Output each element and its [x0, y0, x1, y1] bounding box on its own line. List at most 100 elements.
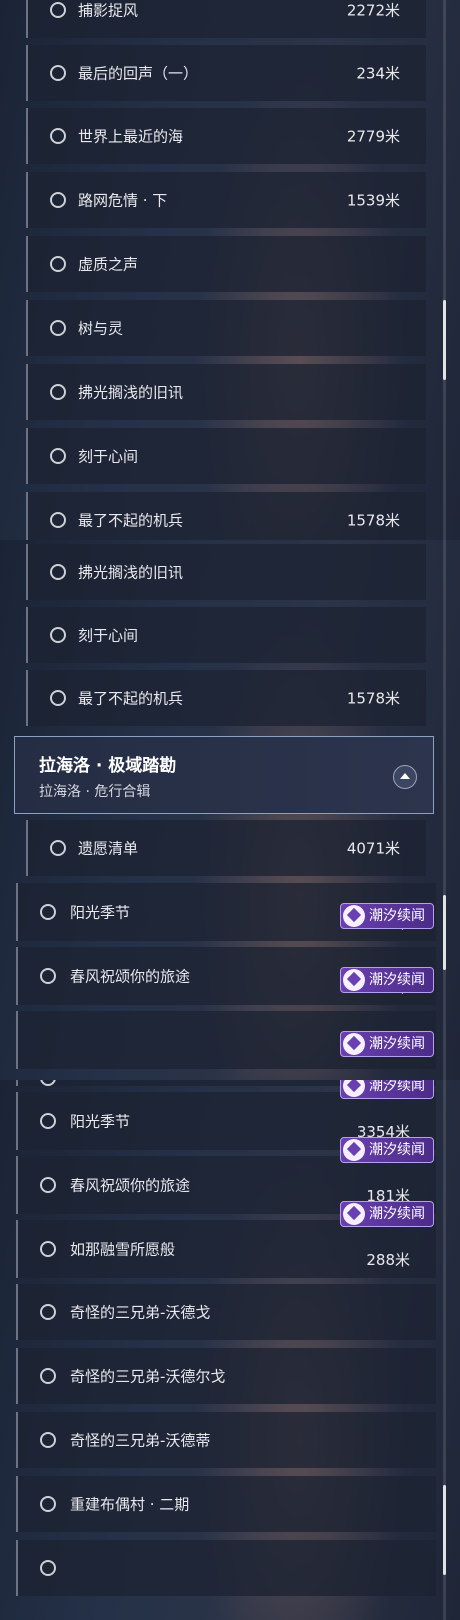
- status-circle-icon: [50, 192, 66, 208]
- status-circle-icon: [40, 1080, 56, 1086]
- status-circle-icon: [40, 1432, 56, 1448]
- quest-row[interactable]: 刻于心间: [26, 607, 426, 663]
- quest-row[interactable]: [16, 1540, 436, 1596]
- scrollbar-thumb[interactable]: [443, 895, 446, 970]
- quest-title: 最了不起的机兵: [78, 689, 184, 708]
- quest-distance: 288米: [366, 1251, 410, 1269]
- quest-row[interactable]: 最后的回声（一） 234米: [26, 45, 426, 101]
- quest-row-event[interactable]: 如那融雪所愿般 288米: [16, 1220, 436, 1278]
- status-circle-icon: [40, 1177, 56, 1193]
- quest-title: 如那融雪所愿般: [70, 1240, 176, 1259]
- quest-distance: 1578米: [346, 511, 400, 530]
- quest-row[interactable]: 拂光搁浅的旧讯: [26, 364, 426, 420]
- quest-title: 路网危情 · 下: [78, 191, 168, 210]
- scrollbar-track: [443, 540, 446, 1080]
- status-circle-icon: [50, 564, 66, 580]
- tide-event-icon: [343, 1080, 365, 1097]
- quest-title: 树与灵: [78, 319, 124, 338]
- status-circle-icon: [50, 840, 66, 856]
- quest-list-panel-bottom: 阳光季节 3354米 潮汐续闻 春风祝颂你的旅途 181米 潮汐续闻 如那融雪所…: [0, 1080, 460, 1620]
- quest-row[interactable]: 拂光搁浅的旧讯: [26, 544, 426, 600]
- quest-distance: 2272米: [346, 1, 400, 20]
- tide-event-icon: [343, 905, 365, 927]
- event-tag: 潮汐续闻: [340, 1080, 434, 1099]
- quest-title: 奇怪的三兄弟-沃德蒂: [70, 1431, 211, 1450]
- quest-title: 捕影捉风: [78, 1, 139, 20]
- quest-row[interactable]: 奇怪的三兄弟-沃德尔戈: [16, 1348, 436, 1404]
- quest-row[interactable]: 虚质之声: [26, 236, 426, 292]
- scrollbar-thumb[interactable]: [443, 1485, 446, 1575]
- status-circle-icon: [50, 128, 66, 144]
- quest-list-panel-top: 捕影捉风 2272米 最后的回声（一） 234米 世界上最近的海 2779米 路…: [0, 0, 460, 540]
- quest-title: 阳光季节: [70, 903, 131, 922]
- event-tag-label: 潮汐续闻: [369, 1080, 425, 1094]
- status-circle-icon: [50, 256, 66, 272]
- quest-title: 奇怪的三兄弟-沃德戈: [70, 1303, 211, 1322]
- quest-title: 春风祝颂你的旅途: [70, 1176, 191, 1195]
- quest-row[interactable]: 最了不起的机兵 1578米: [26, 492, 426, 540]
- event-tag-label: 潮汐续闻: [369, 1206, 425, 1222]
- quest-title: 遗愿清单: [78, 839, 139, 858]
- quest-distance: 4071米: [346, 839, 400, 858]
- quest-row[interactable]: 树与灵: [26, 300, 426, 356]
- quest-title: 重建布偶村 · 二期: [70, 1495, 190, 1514]
- status-circle-icon: [40, 1368, 56, 1384]
- quest-title: 春风祝颂你的旅途: [70, 967, 191, 986]
- event-tag-label: 潮汐续闻: [369, 908, 425, 924]
- tide-event-icon: [343, 969, 365, 991]
- event-tag-label: 潮汐续闻: [369, 1036, 425, 1052]
- quest-title: 最了不起的机兵: [78, 511, 184, 530]
- quest-distance: 234米: [356, 64, 400, 83]
- region-title: 拉海洛 · 极域踏勘: [39, 756, 177, 776]
- status-circle-icon: [40, 1113, 56, 1129]
- quest-row[interactable]: 遗愿清单 4071米: [26, 820, 426, 876]
- region-subtitle: 拉海洛 · 危行合辑: [39, 784, 151, 800]
- quest-title: 最后的回声（一）: [78, 64, 199, 83]
- event-tag: 潮汐续闻: [340, 903, 434, 929]
- status-circle-icon: [40, 1560, 56, 1576]
- quest-row[interactable]: 奇怪的三兄弟-沃德蒂: [16, 1412, 436, 1468]
- status-circle-icon: [50, 384, 66, 400]
- quest-title: 拂光搁浅的旧讯: [78, 383, 184, 402]
- status-circle-icon: [50, 448, 66, 464]
- status-circle-icon: [50, 627, 66, 643]
- quest-title: 世界上最近的海: [78, 127, 184, 146]
- region-header[interactable]: 拉海洛 · 极域踏勘 拉海洛 · 危行合辑: [14, 736, 434, 814]
- status-circle-icon: [40, 904, 56, 920]
- quest-list-panel-middle: 拂光搁浅的旧讯 刻于心间 最了不起的机兵 1578米 拉海洛 · 极域踏勘 拉海…: [0, 540, 460, 1080]
- quest-row[interactable]: 奇怪的三兄弟-沃德戈: [16, 1284, 436, 1340]
- status-circle-icon: [40, 1496, 56, 1512]
- quest-row[interactable]: 刻于心间: [26, 428, 426, 484]
- collapse-arrow-icon[interactable]: [393, 765, 417, 789]
- status-circle-icon: [50, 65, 66, 81]
- quest-title: 拂光搁浅的旧讯: [78, 563, 184, 582]
- event-tag: 潮汐续闻: [340, 967, 434, 993]
- scrollbar-thumb[interactable]: [443, 300, 446, 380]
- tide-event-icon: [343, 1139, 365, 1161]
- quest-title: 刻于心间: [78, 447, 139, 466]
- quest-distance: 1578米: [346, 689, 400, 708]
- event-tag-label: 潮汐续闻: [369, 1142, 425, 1158]
- tide-event-icon: [343, 1033, 365, 1055]
- tide-event-icon: [343, 1203, 365, 1225]
- quest-row[interactable]: 路网危情 · 下 1539米: [26, 172, 426, 228]
- quest-row[interactable]: 世界上最近的海 2779米: [26, 108, 426, 164]
- quest-row[interactable]: 重建布偶村 · 二期: [16, 1476, 436, 1532]
- quest-row[interactable]: 最了不起的机兵 1578米: [26, 670, 426, 726]
- status-circle-icon: [40, 1241, 56, 1257]
- status-circle-icon: [40, 968, 56, 984]
- quest-title: 刻于心间: [78, 626, 139, 645]
- event-tag: 潮汐续闻: [340, 1031, 434, 1057]
- status-circle-icon: [40, 1304, 56, 1320]
- event-tag-label: 潮汐续闻: [369, 972, 425, 988]
- status-circle-icon: [50, 512, 66, 528]
- status-circle-icon: [50, 320, 66, 336]
- quest-distance: 2779米: [346, 127, 400, 146]
- quest-row[interactable]: 捕影捉风 2272米: [26, 0, 426, 38]
- scrollbar-track: [443, 0, 446, 540]
- status-circle-icon: [50, 2, 66, 18]
- quest-title: 阳光季节: [70, 1112, 131, 1131]
- quest-title: 奇怪的三兄弟-沃德尔戈: [70, 1367, 226, 1386]
- event-tag: 潮汐续闻: [340, 1201, 434, 1227]
- event-tag: 潮汐续闻: [340, 1137, 434, 1163]
